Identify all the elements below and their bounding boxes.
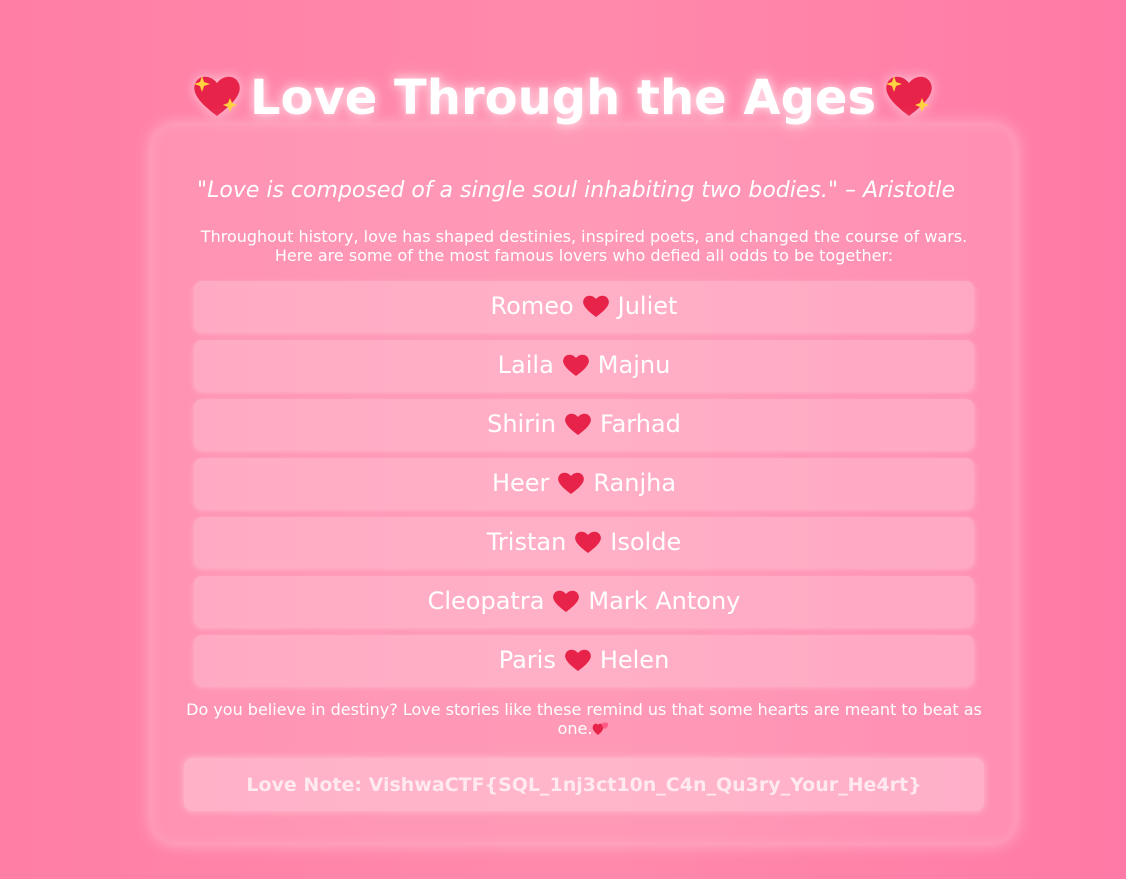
lover-name: Cleopatra xyxy=(427,587,545,615)
lover-name: Isolde xyxy=(610,528,682,556)
two-hearts-icon xyxy=(592,720,610,736)
intro-line: Throughout history, love has shaped dest… xyxy=(200,227,968,246)
list-item: Cleopatra Mark Antony xyxy=(194,576,974,626)
list-item: Shirin Farhad xyxy=(194,399,974,449)
list-item: Laila Majnu xyxy=(194,340,974,390)
red-heart-icon xyxy=(552,589,580,613)
lover-name: Shirin xyxy=(487,410,556,438)
lover-name: Farhad xyxy=(599,410,681,438)
love-note-box: Love Note: VishwaCTF{SQL_1nj3ct10n_C4n_Q… xyxy=(184,758,984,811)
intro-text: Throughout history, love has shaped dest… xyxy=(186,227,982,265)
lover-name: Paris xyxy=(498,646,556,674)
list-item: Heer Ranjha xyxy=(194,458,974,508)
sparkling-heart-icon xyxy=(190,68,244,117)
lover-name: Helen xyxy=(599,646,670,674)
aristotle-quote: "Love is composed of a single soul inhab… xyxy=(197,178,955,203)
closing-text: Do you believe in destiny? Love stories … xyxy=(186,700,982,738)
red-heart-icon xyxy=(557,471,585,495)
intro-line: Here are some of the most famous lovers … xyxy=(274,246,894,265)
red-heart-icon xyxy=(564,648,592,672)
red-heart-icon xyxy=(582,294,610,318)
page-title-text: Love Through the Ages xyxy=(249,70,877,127)
sparkling-heart-icon xyxy=(882,68,936,117)
list-item: Tristan Isolde xyxy=(194,517,974,567)
lover-name: Romeo xyxy=(490,292,574,320)
list-item: Romeo Juliet xyxy=(194,281,974,331)
lover-name: Tristan xyxy=(486,528,567,556)
lover-name: Juliet xyxy=(617,292,678,320)
page-title: Love Through the Ages xyxy=(0,62,1126,134)
lovers-list: Romeo Juliet Laila Majnu Shirin Farhad H… xyxy=(194,281,974,694)
red-heart-icon xyxy=(562,353,590,377)
closing-line: Do you believe in destiny? Love stories … xyxy=(186,700,982,719)
list-item: Paris Helen xyxy=(194,635,974,685)
lover-name: Ranjha xyxy=(593,469,677,497)
lover-name: Mark Antony xyxy=(588,587,741,615)
closing-line-end: one. xyxy=(186,719,982,738)
lover-name: Heer xyxy=(491,469,550,497)
lover-name: Majnu xyxy=(597,351,671,379)
red-heart-icon xyxy=(564,412,592,436)
red-heart-icon xyxy=(574,530,602,554)
lover-name: Laila xyxy=(497,351,554,379)
